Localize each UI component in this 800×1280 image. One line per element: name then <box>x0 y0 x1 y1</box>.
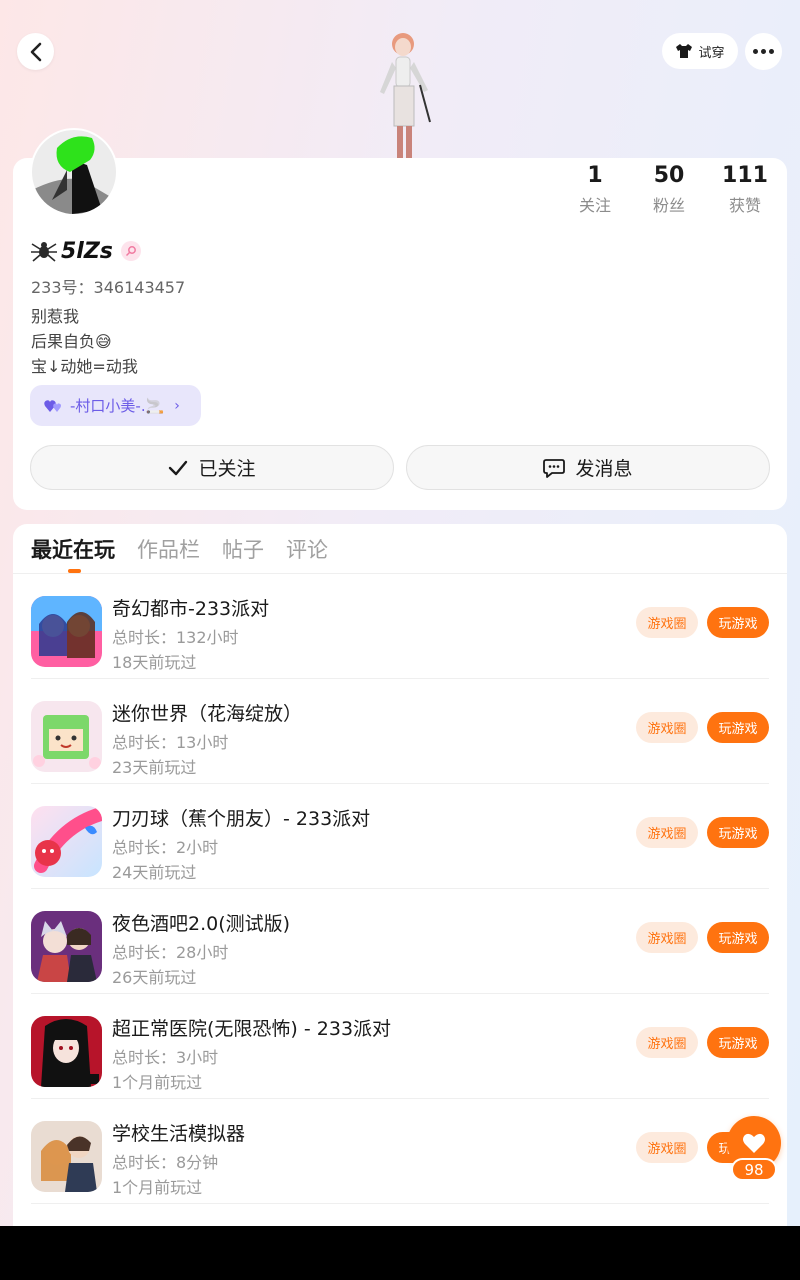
game-play-time: 总时长：8分钟 <box>112 1153 219 1172</box>
game-last-played: 1个月前玩过 <box>112 1073 203 1092</box>
chevron-left-icon <box>30 42 41 61</box>
dot-icon <box>761 49 766 54</box>
tab-works[interactable]: 作品栏 <box>137 534 200 566</box>
play-game-button[interactable]: 玩游戏 <box>707 1027 769 1058</box>
tab-posts[interactable]: 帖子 <box>222 534 264 566</box>
game-play-time: 总时长：3小时 <box>112 1048 219 1067</box>
game-last-played: 18天前玩过 <box>112 653 197 672</box>
verified-badge[interactable] <box>120 241 141 261</box>
content-tabs: 最近在玩 作品栏 帖子 评论 <box>31 534 328 566</box>
game-icon <box>31 701 102 772</box>
message-button[interactable]: 发消息 <box>406 445 770 490</box>
follow-label: 已关注 <box>198 458 256 480</box>
game-title: 迷你世界（花海绽放） <box>112 703 303 725</box>
following-stat[interactable]: 1 关注 <box>560 162 630 216</box>
dot-icon <box>769 49 774 54</box>
back-button[interactable] <box>17 33 54 70</box>
game-last-played: 1个月前玩过 <box>112 1178 203 1197</box>
game-row[interactable]: 夜色酒吧2.0(测试版) 总时长：28小时 26天前玩过 游戏圈 玩游戏 <box>31 889 787 994</box>
likes-count: 111 <box>722 163 768 188</box>
game-circle-button[interactable]: 游戏圈 <box>636 922 698 953</box>
game-icon <box>31 1121 102 1192</box>
likes-stat[interactable]: 111 获赞 <box>710 162 780 216</box>
game-row[interactable]: 学校生活模拟器 总时长：8分钟 1个月前玩过 游戏圈 玩游戏 <box>31 1099 787 1204</box>
following-count: 1 <box>587 163 603 188</box>
heart-icon <box>743 1133 765 1153</box>
game-thumbnail <box>31 596 102 667</box>
bio-line: 宝↓动她=动我 <box>31 357 138 376</box>
game-last-played: 23天前玩过 <box>112 758 197 777</box>
play-game-button[interactable]: 玩游戏 <box>707 712 769 743</box>
game-thumbnail <box>31 1016 102 1087</box>
game-row[interactable]: 刀刃球（蕉个朋友）- 233派对 总时长：2小时 24天前玩过 游戏圈 玩游戏 <box>31 784 787 889</box>
bio: 别惹我 后果自负😅 宝↓动她=动我 <box>31 304 138 379</box>
likes-label: 获赞 <box>728 196 761 215</box>
game-last-played: 26天前玩过 <box>112 968 197 987</box>
follow-button[interactable]: 已关注 <box>30 445 394 490</box>
chat-icon <box>543 458 566 478</box>
game-title: 奇幻都市-233派对 <box>112 598 270 620</box>
game-circle-button[interactable]: 游戏圈 <box>636 712 698 743</box>
game-circle-button[interactable]: 游戏圈 <box>636 1027 698 1058</box>
nickname: 5lZs <box>61 238 113 264</box>
nickname-row: 5lZs <box>31 236 141 266</box>
bio-line: 后果自负😅 <box>31 332 112 351</box>
avatar-3d-figure[interactable] <box>370 30 440 160</box>
search-badge-icon <box>125 246 136 257</box>
game-circle-button[interactable]: 游戏圈 <box>636 817 698 848</box>
try-on-label: 试穿 <box>698 45 725 61</box>
bio-line: 别惹我 <box>31 307 80 326</box>
message-label: 发消息 <box>575 458 633 480</box>
system-navigation-bar <box>0 1226 800 1280</box>
profile-screen: 试穿 1 关注 50 粉丝 111 获赞 5lZs 233号：346143457… <box>0 0 800 1226</box>
more-options-button[interactable] <box>745 33 782 70</box>
game-thumbnail <box>31 701 102 772</box>
chevron-right-icon: › <box>174 397 180 414</box>
game-icon <box>31 1016 102 1087</box>
profile-stats: 1 关注 50 粉丝 111 获赞 <box>560 162 780 222</box>
row-divider <box>31 1203 769 1204</box>
game-circle-button[interactable]: 游戏圈 <box>636 607 698 638</box>
play-game-button[interactable]: 玩游戏 <box>707 817 769 848</box>
cp-tag-label: -村口小美-.🚬 <box>70 397 165 415</box>
avatar[interactable] <box>30 128 118 216</box>
user-id: 233号：346143457 <box>31 278 186 297</box>
game-circle-button[interactable]: 游戏圈 <box>636 1132 698 1163</box>
game-title: 学校生活模拟器 <box>112 1123 246 1145</box>
game-row[interactable]: 奇幻都市-233派对 总时长：132小时 18天前玩过 游戏圈 玩游戏 <box>31 574 787 679</box>
game-title: 夜色酒吧2.0(测试版) <box>112 913 291 935</box>
try-on-button[interactable]: 试穿 <box>662 33 738 69</box>
tab-comments[interactable]: 评论 <box>286 534 328 566</box>
tshirt-icon <box>676 44 693 58</box>
tab-recently-played[interactable]: 最近在玩 <box>31 534 115 566</box>
game-icon <box>31 596 102 667</box>
cp-tag[interactable]: -村口小美-.🚬 › <box>30 385 201 426</box>
game-thumbnail <box>31 806 102 877</box>
play-game-button[interactable]: 玩游戏 <box>707 607 769 638</box>
followers-count: 50 <box>653 163 685 188</box>
dot-icon <box>753 49 758 54</box>
game-icon <box>31 911 102 982</box>
game-title: 超正常医院(无限恐怖) - 233派对 <box>112 1018 392 1040</box>
game-row[interactable]: 迷你世界（花海绽放） 总时长：13小时 23天前玩过 游戏圈 玩游戏 <box>31 679 787 784</box>
double-heart-icon <box>44 399 61 412</box>
game-icon <box>31 806 102 877</box>
following-label: 关注 <box>578 196 611 215</box>
favorite-count: 98 <box>731 1158 777 1181</box>
game-title: 刀刃球（蕉个朋友）- 233派对 <box>112 808 371 830</box>
followers-label: 粉丝 <box>652 196 685 215</box>
check-icon <box>169 460 188 475</box>
game-row[interactable]: 超正常医院(无限恐怖) - 233派对 总时长：3小时 1个月前玩过 游戏圈 玩… <box>31 994 787 1099</box>
game-play-time: 总时长：28小时 <box>112 943 229 962</box>
game-thumbnail <box>31 1121 102 1192</box>
game-play-time: 总时长：2小时 <box>112 838 219 857</box>
followers-stat[interactable]: 50 粉丝 <box>634 162 704 216</box>
avatar-image <box>32 130 116 214</box>
spider-icon <box>31 242 57 262</box>
game-play-time: 总时长：13小时 <box>112 733 229 752</box>
game-play-time: 总时长：132小时 <box>112 628 239 647</box>
game-last-played: 24天前玩过 <box>112 863 197 882</box>
play-game-button[interactable]: 玩游戏 <box>707 922 769 953</box>
game-thumbnail <box>31 911 102 982</box>
